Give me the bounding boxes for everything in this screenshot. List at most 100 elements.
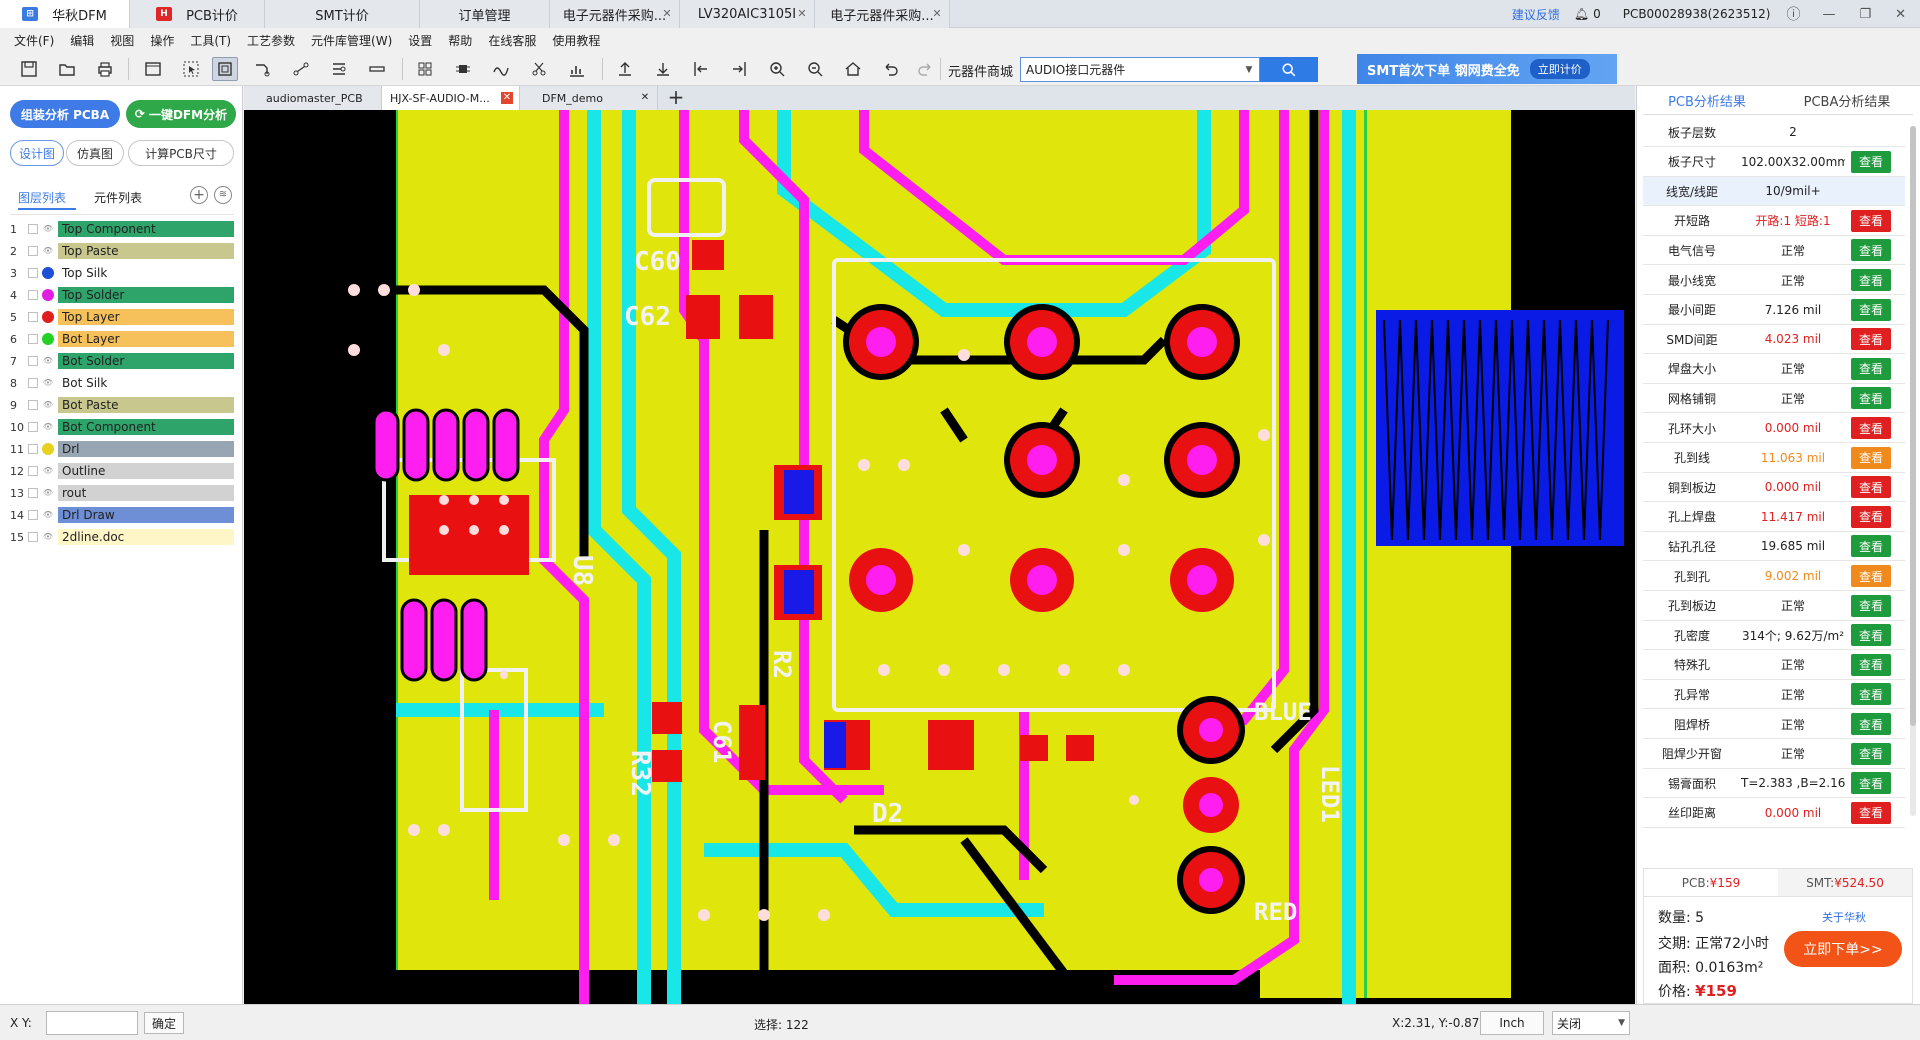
component-icon[interactable]	[450, 57, 476, 81]
layer-row[interactable]: 7 👁︎ Bot Solder	[10, 352, 234, 370]
layer-color-dot[interactable]	[42, 443, 54, 455]
menu-help[interactable]: 帮助	[440, 32, 480, 49]
chart-icon[interactable]	[564, 57, 590, 81]
layer-checkbox[interactable]	[28, 246, 38, 256]
route-icon[interactable]	[250, 57, 276, 81]
view-button[interactable]: 查看	[1851, 209, 1891, 232]
layer-checkbox[interactable]	[28, 334, 38, 344]
close-mode-select[interactable]: 关闭 ▼	[1552, 1011, 1630, 1035]
layer-row[interactable]: 9 👁︎ Bot Paste	[10, 396, 234, 414]
eye-icon[interactable]: 👁︎	[42, 355, 54, 367]
view-button[interactable]: 查看	[1851, 653, 1891, 676]
menu-edit[interactable]: 编辑	[62, 32, 102, 49]
minimize-icon[interactable]: —	[1822, 7, 1835, 22]
order-now-button[interactable]: 立即下单>>	[1784, 931, 1902, 967]
eye-icon[interactable]: 👁︎	[42, 487, 54, 499]
view-button[interactable]: 查看	[1851, 713, 1891, 735]
menu-tools[interactable]: 工具(T)	[182, 32, 239, 49]
close-icon[interactable]: ✕	[796, 8, 808, 20]
upload-icon[interactable]	[612, 57, 638, 81]
connect-icon[interactable]	[288, 57, 314, 81]
layer-checkbox[interactable]	[28, 532, 38, 542]
layer-checkbox[interactable]	[28, 290, 38, 300]
view-button[interactable]: 查看	[1851, 417, 1891, 439]
window-tab-dfm[interactable]: ⊞ 华秋DFM	[0, 0, 130, 28]
order-tab-pcb[interactable]: PCB: ¥159	[1644, 869, 1778, 897]
layer-row[interactable]: 3 Top Silk	[10, 264, 234, 282]
chevron-down-icon[interactable]: ▼	[1239, 65, 1259, 75]
zoom-out-icon[interactable]	[802, 57, 828, 81]
view-button[interactable]: 查看	[1851, 624, 1891, 647]
layer-checkbox[interactable]	[28, 422, 38, 432]
view-button[interactable]: 查看	[1851, 772, 1891, 795]
view-button[interactable]: 查看	[1851, 239, 1891, 262]
layer-row[interactable]: 8 👁︎ Bot Silk	[10, 374, 234, 392]
smt-promo-banner[interactable]: SMT首次下单 钢网费全免 立即计价	[1357, 54, 1617, 84]
window-tab-components-2[interactable]: 电子元器件采购... ✕	[815, 0, 950, 28]
layer-checkbox[interactable]	[28, 224, 38, 234]
xy-input[interactable]	[46, 1011, 138, 1035]
eye-icon[interactable]: 👁︎	[42, 465, 54, 477]
layer-row[interactable]: 15 👁︎ 2dline.doc	[10, 528, 234, 546]
menu-library[interactable]: 元件库管理(W)	[303, 32, 400, 49]
layer-checkbox[interactable]	[28, 466, 38, 476]
calc-pcb-size-button[interactable]: 计算PCB尺寸	[128, 140, 234, 166]
zoom-in-icon[interactable]	[764, 57, 790, 81]
confirm-button[interactable]: 确定	[144, 1012, 184, 1034]
view-button[interactable]: 查看	[1851, 535, 1891, 558]
netlist-icon[interactable]	[326, 57, 352, 81]
search-combobox[interactable]: AUDIO接口元器件 ▼	[1020, 57, 1260, 82]
unit-toggle-button[interactable]: Inch	[1480, 1011, 1544, 1035]
layer-checkbox[interactable]	[28, 488, 38, 498]
user-account[interactable]: PCB00028938(2623512)	[1623, 7, 1771, 21]
measure-icon[interactable]	[364, 57, 390, 81]
close-icon[interactable]: ✕	[501, 92, 513, 104]
view-button[interactable]: 查看	[1851, 565, 1891, 587]
close-icon[interactable]: ✕	[639, 92, 651, 104]
print-icon[interactable]	[92, 57, 118, 81]
eye-icon[interactable]: 👁︎	[42, 421, 54, 433]
eye-icon[interactable]: 👁︎	[42, 377, 54, 389]
search-button[interactable]	[1260, 57, 1318, 82]
view-button[interactable]: 查看	[1851, 446, 1891, 469]
wave-icon[interactable]	[488, 57, 514, 81]
view-button[interactable]: 查看	[1851, 357, 1891, 380]
view-button[interactable]: 查看	[1851, 801, 1891, 824]
view-button[interactable]: 查看	[1851, 683, 1891, 706]
grid-icon[interactable]	[412, 57, 438, 81]
menu-process-params[interactable]: 工艺参数	[239, 32, 303, 49]
layer-checkbox[interactable]	[28, 356, 38, 366]
pcb-canvas[interactable]: C60 C62 U8 R32 C61 R2 D2 LED1 BLUE RED	[244, 110, 1635, 1004]
window-tab-lv320[interactable]: LV320AIC3105I ✕	[680, 0, 815, 28]
layer-row[interactable]: 14 👁︎ Drl Draw	[10, 506, 234, 524]
redo-icon[interactable]	[912, 57, 938, 81]
pcb-render[interactable]: C60 C62 U8 R32 C61 R2 D2 LED1 BLUE RED	[244, 110, 1635, 1004]
layer-row[interactable]: 1 👁︎ Top Component	[10, 220, 234, 238]
layer-row[interactable]: 12 👁︎ Outline	[10, 462, 234, 480]
results-scrollbar[interactable]	[1910, 126, 1916, 816]
layer-row[interactable]: 13 👁︎ rout	[10, 484, 234, 502]
tab-component-list[interactable]: 元件列表	[94, 186, 142, 208]
menu-online-service[interactable]: 在线客服	[480, 32, 544, 49]
download-icon[interactable]	[650, 57, 676, 81]
order-tab-smt[interactable]: SMT: ¥524.50	[1778, 869, 1912, 897]
simulation-view-button[interactable]: 仿真图	[66, 140, 124, 166]
menu-view[interactable]: 视图	[102, 32, 142, 49]
tab-pcba-analysis[interactable]: PCBA分析结果	[1777, 86, 1917, 114]
view-button[interactable]: 查看	[1851, 387, 1891, 410]
layer-row[interactable]: 2 👁︎ Top Paste	[10, 242, 234, 260]
help-icon[interactable]: ⓘ	[1786, 4, 1800, 24]
zoom-window-icon[interactable]	[212, 57, 238, 81]
view-button[interactable]: 查看	[1851, 476, 1891, 499]
layer-color-dot[interactable]	[42, 311, 54, 323]
eye-icon[interactable]: 👁︎	[42, 399, 54, 411]
doc-tab-hjx-audio[interactable]: HJX-SF-AUDIO-M... ✕	[382, 86, 520, 110]
menu-settings[interactable]: 设置	[400, 32, 440, 49]
layer-row[interactable]: 6 Bot Layer	[10, 330, 234, 348]
layer-row[interactable]: 4 Top Solder	[10, 286, 234, 304]
layer-row[interactable]: 5 Top Layer	[10, 308, 234, 326]
layer-color-dot[interactable]	[42, 267, 54, 279]
align-right-icon[interactable]	[726, 57, 752, 81]
window-tab-pcb-price[interactable]: H PCB计价	[130, 0, 265, 28]
tab-layer-list[interactable]: 图层列表	[18, 186, 66, 208]
